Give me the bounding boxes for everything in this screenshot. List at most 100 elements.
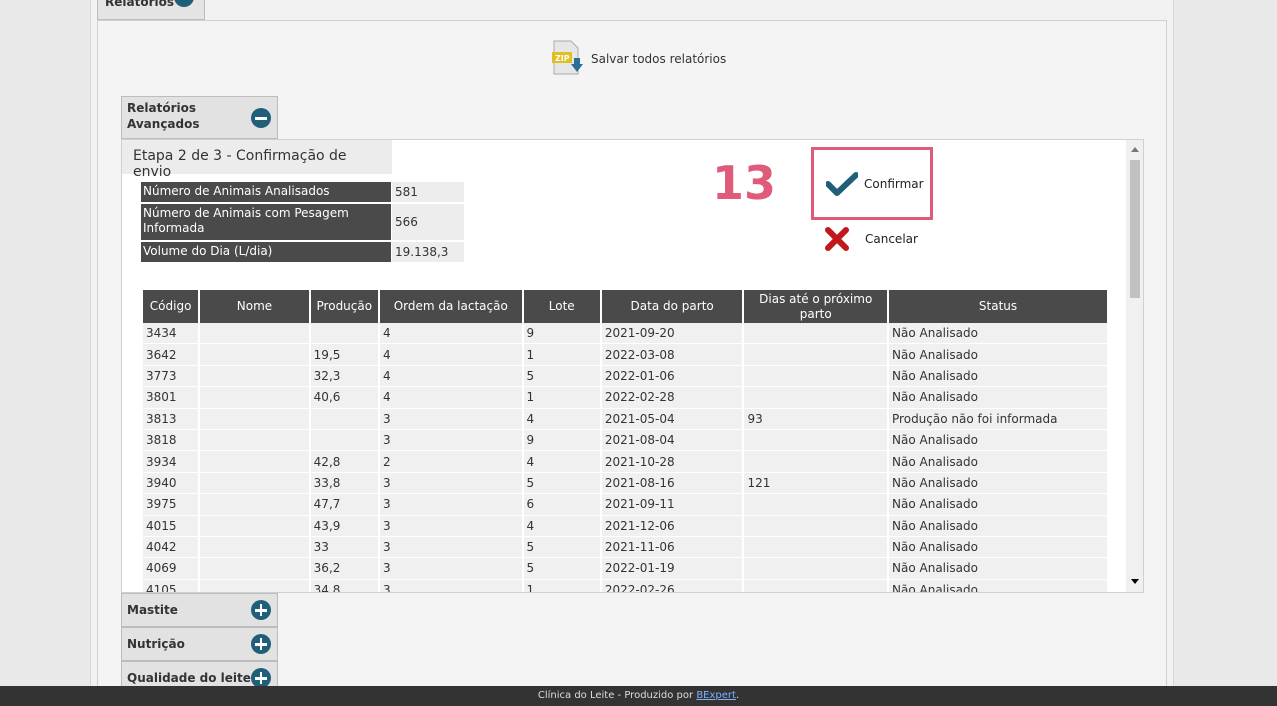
summary-label: Número de Animais Analisados: [141, 182, 391, 202]
save-all-reports-button[interactable]: ZIP Salvar todos relatórios: [551, 40, 726, 78]
summary-label: Número de Animais com Pesagem Informada: [141, 204, 391, 240]
summary-label: Volume do Dia (L/dia): [141, 242, 391, 262]
table-cell: 6: [523, 494, 600, 516]
table-body: 3434 4 9 2021-09-20 Não Analisado 3642 19,5 4 1 2…: [143, 323, 1107, 592]
column-header[interactable]: Data do parto: [601, 290, 743, 323]
table-cell: 3813: [143, 408, 199, 430]
table-cell: [310, 429, 378, 452]
close-icon: [825, 227, 849, 251]
accordion-advanced-label: Relatórios Avançados: [127, 101, 200, 131]
table-cell: Não Analisado: [889, 429, 1107, 452]
tab-relatorios[interactable]: Relatórios: [97, 0, 205, 20]
table-cell: [744, 429, 888, 452]
table-cell: 2021-12-06: [601, 515, 743, 537]
table-cell: 4: [379, 365, 522, 388]
column-header[interactable]: Produção: [310, 290, 378, 323]
column-header[interactable]: Dias até o próximo parto: [744, 290, 888, 323]
table-cell: 3: [379, 536, 522, 559]
table-cell: 33: [310, 536, 378, 559]
table-cell: 5: [523, 472, 600, 495]
table-cell: [744, 494, 888, 516]
summary-value: 19.138,3: [392, 242, 464, 262]
table-cell: [744, 558, 888, 580]
accordion-nutricao[interactable]: Nutrição: [121, 627, 278, 661]
zip-download-icon: ZIP: [551, 40, 585, 78]
scroll-down-icon[interactable]: [1131, 579, 1139, 584]
table-cell: 3434: [143, 323, 199, 345]
table-cell: [200, 558, 309, 580]
table-cell: 1: [523, 344, 600, 366]
table-cell: 3642: [143, 344, 199, 366]
column-header[interactable]: Status: [889, 290, 1107, 323]
table-cell: 3: [379, 494, 522, 516]
accordion-mastite[interactable]: Mastite: [121, 593, 278, 627]
table-cell: 33,8: [310, 472, 378, 495]
table-cell: [200, 494, 309, 516]
table-cell: Não Analisado: [889, 472, 1107, 495]
step-title: Etapa 2 de 3 - Confirmação de envio: [122, 140, 392, 180]
table-cell: 2021-09-20: [601, 323, 743, 345]
table-cell: 4: [523, 515, 600, 537]
accordion-advanced-reports[interactable]: Relatórios Avançados: [121, 96, 278, 139]
confirm-button[interactable]: Confirmar: [811, 147, 933, 220]
table-cell: Não Analisado: [889, 344, 1107, 366]
confirm-label: Confirmar: [864, 176, 924, 191]
table-cell: 40,6: [310, 387, 378, 409]
table-cell: 2022-03-08: [601, 344, 743, 366]
table-cell: 3: [379, 558, 522, 580]
column-header[interactable]: Lote: [523, 290, 600, 323]
table-row: 3642 19,5 4 1 2022-03-08 Não Analisado: [143, 344, 1107, 366]
scroll-up-icon[interactable]: [1131, 147, 1139, 152]
scrollbar-thumb[interactable]: [1130, 160, 1140, 298]
expand-icon[interactable]: [251, 600, 271, 620]
table-cell: [200, 472, 309, 495]
table-row: 3934 42,8 2 4 2021-10-28 Não Analisado: [143, 451, 1107, 473]
table-cell: 2021-09-11: [601, 494, 743, 516]
table-cell: 2021-05-04: [601, 408, 743, 430]
table-cell: 2021-11-06: [601, 536, 743, 559]
table-cell: 3773: [143, 365, 199, 388]
column-header[interactable]: Nome: [200, 290, 309, 323]
table-row: 3818 3 9 2021-08-04 Não Analisado: [143, 429, 1107, 452]
table-cell: 2: [379, 451, 522, 473]
table-cell: [200, 536, 309, 559]
table-cell: [200, 515, 309, 537]
accordion-mastite-label: Mastite: [127, 603, 178, 617]
column-header[interactable]: Código: [143, 290, 199, 323]
table-cell: [200, 451, 309, 473]
footer-link[interactable]: BExpert: [696, 690, 736, 701]
table-cell: 47,7: [310, 494, 378, 516]
table-cell: Não Analisado: [889, 536, 1107, 559]
table-cell: 1: [523, 387, 600, 409]
summary-value: 566: [392, 204, 464, 240]
table-row: 3975 47,7 3 6 2021-09-11 Não Analisado: [143, 494, 1107, 516]
table-cell: 4042: [143, 536, 199, 559]
collapse-icon[interactable]: [174, 0, 194, 7]
table-row: 3434 4 9 2021-09-20 Não Analisado: [143, 323, 1107, 345]
table-cell: 4015: [143, 515, 199, 537]
cancel-button[interactable]: Cancelar: [823, 224, 918, 254]
expand-icon[interactable]: [251, 634, 271, 654]
table-cell: [200, 387, 309, 409]
table-cell: 2022-01-19: [601, 558, 743, 580]
table-cell: 36,2: [310, 558, 378, 580]
table-cell: 3: [379, 429, 522, 452]
table-cell: 2021-10-28: [601, 451, 743, 473]
footer-suffix: .: [735, 690, 740, 701]
panel-scrollbar[interactable]: [1126, 140, 1143, 592]
expand-icon[interactable]: [251, 668, 271, 688]
summary-row: Volume do Dia (L/dia) 19.138,3: [141, 242, 464, 262]
table-cell: 4: [523, 408, 600, 430]
table-row: 3801 40,6 4 1 2022-02-28 Não Analisado: [143, 387, 1107, 409]
table-cell: [200, 365, 309, 388]
table-cell: 3975: [143, 494, 199, 516]
collapse-icon[interactable]: [251, 108, 271, 128]
table-cell: 34,8: [310, 579, 378, 592]
table-cell: Não Analisado: [889, 558, 1107, 580]
table-cell: 121: [744, 472, 888, 495]
cancel-label: Cancelar: [865, 232, 918, 246]
table-cell: 9: [523, 429, 600, 452]
column-header[interactable]: Ordem da lactação: [379, 290, 522, 323]
table-cell: [200, 344, 309, 366]
table-cell: 42,8: [310, 451, 378, 473]
